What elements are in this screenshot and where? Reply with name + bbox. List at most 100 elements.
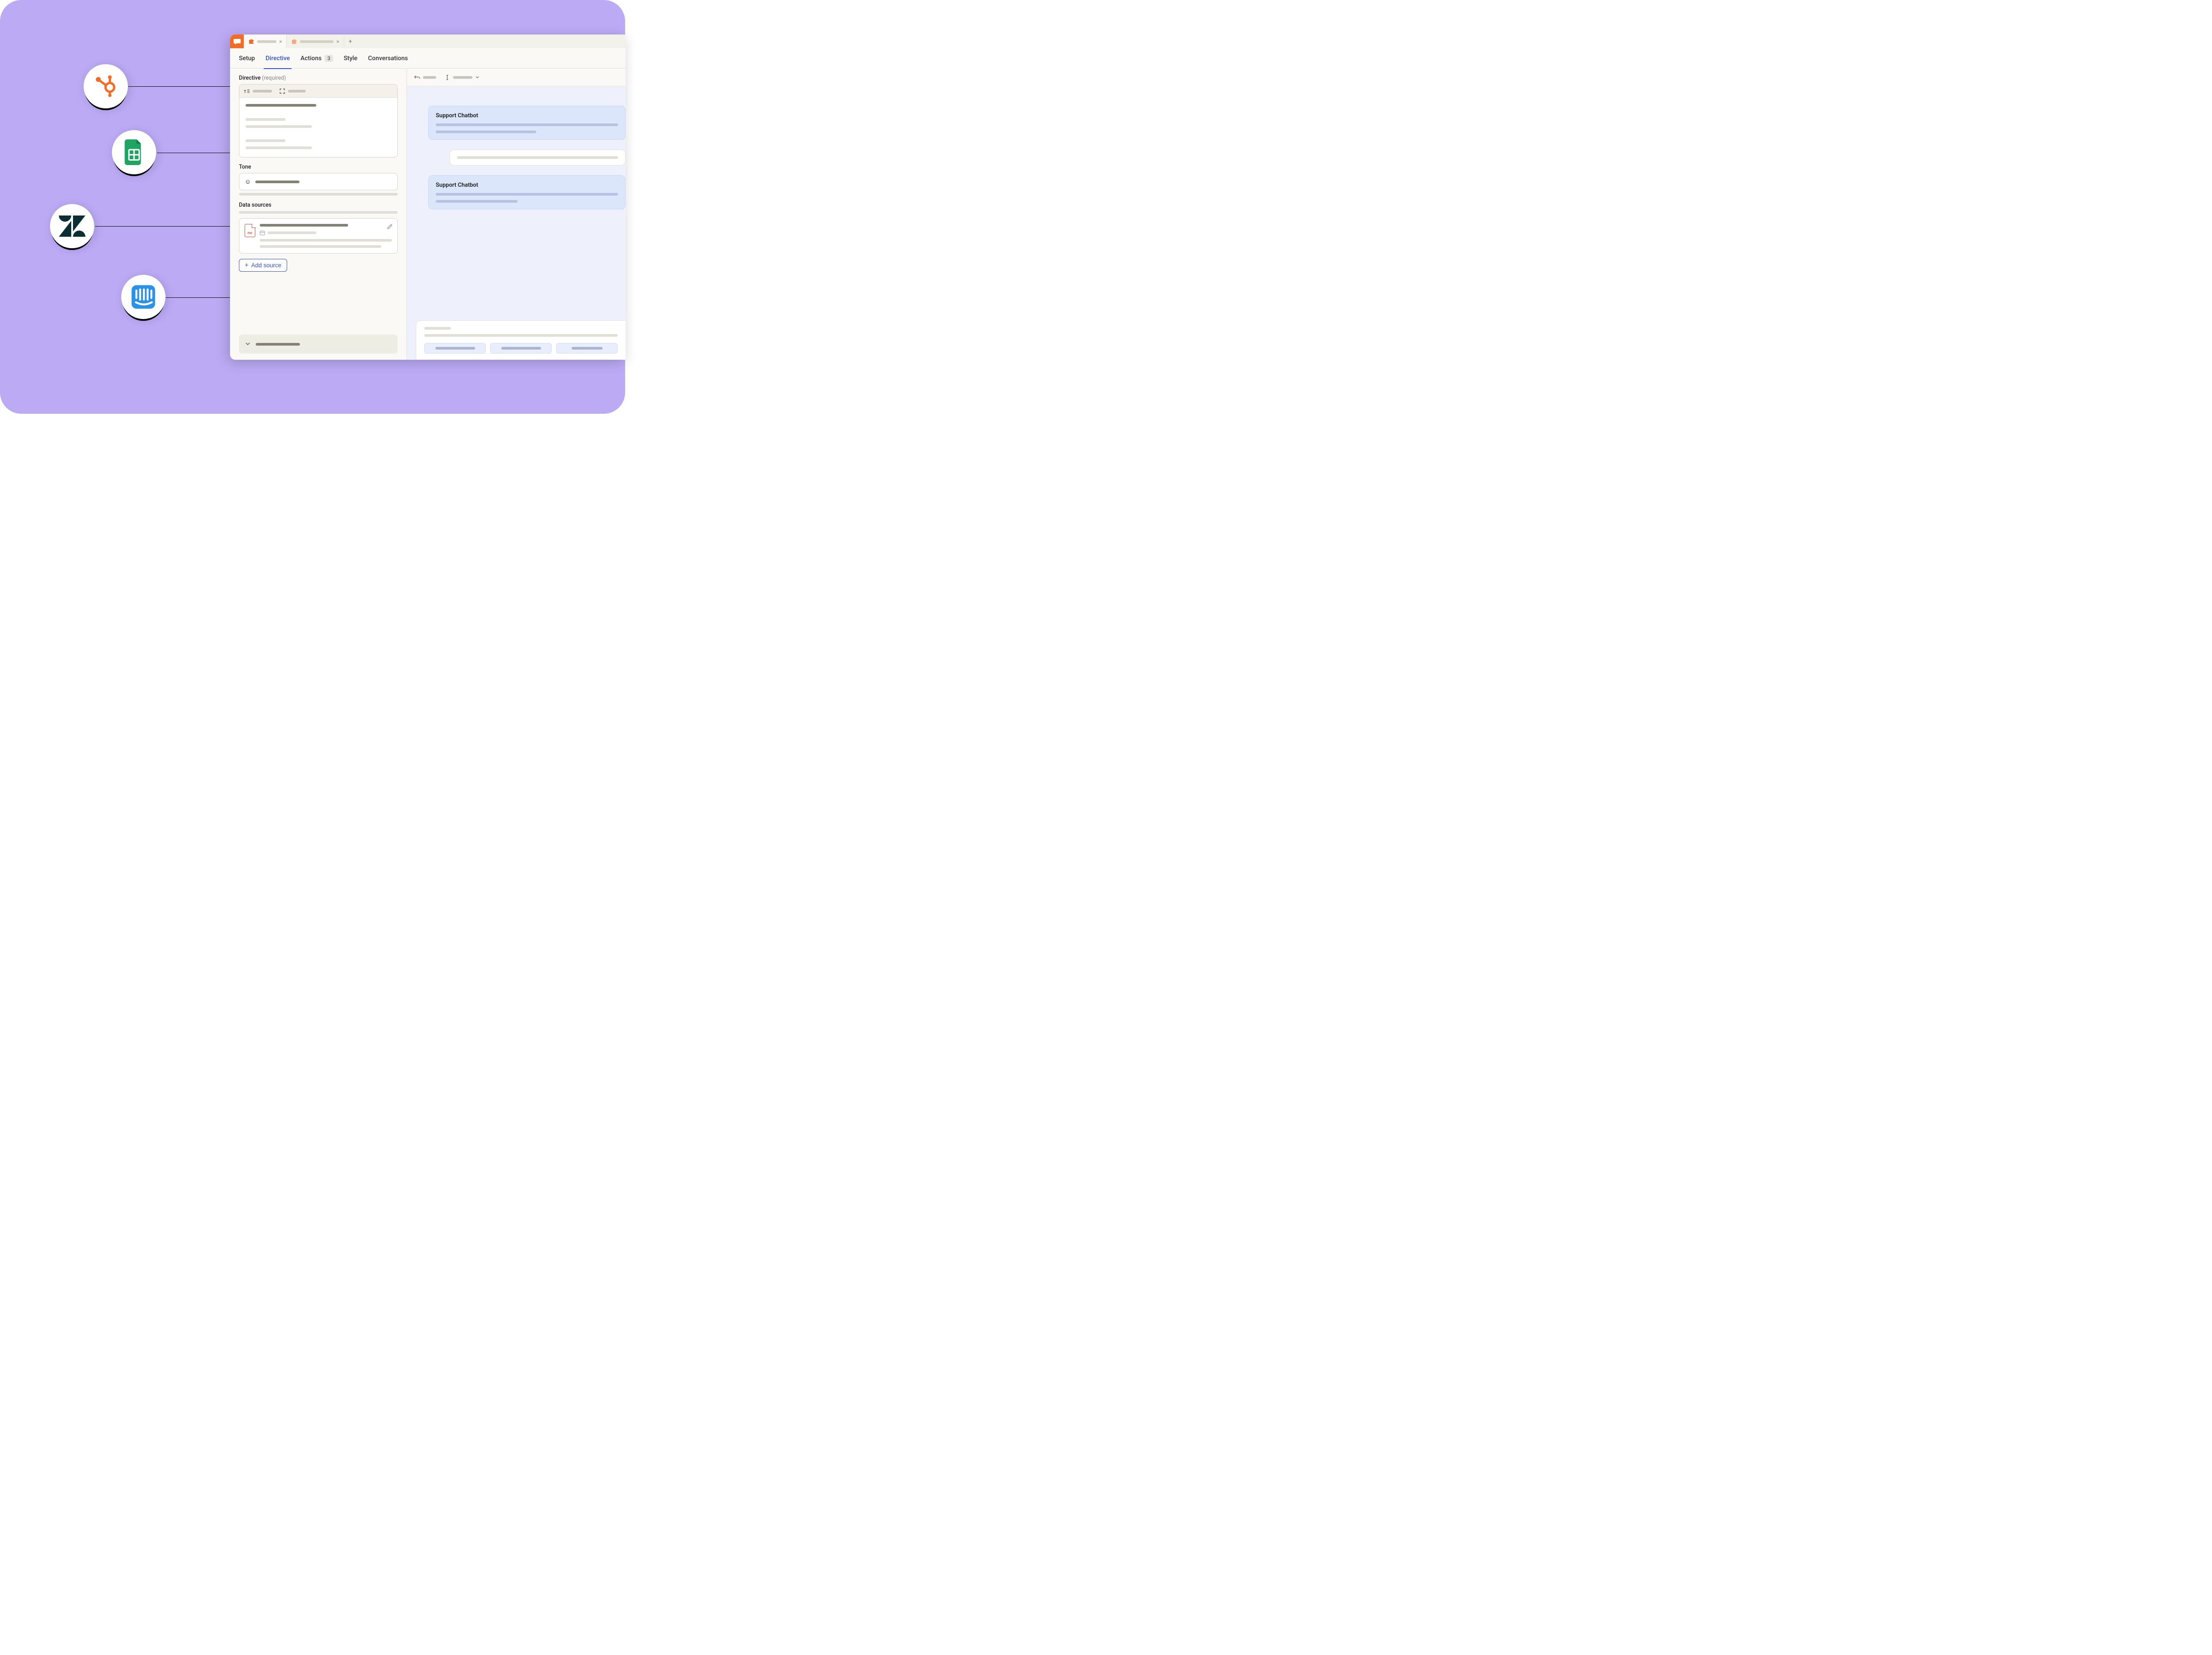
zendesk-icon	[59, 216, 85, 237]
bot-text-placeholder	[436, 193, 618, 196]
bot-text-placeholder	[436, 131, 536, 133]
connector-line	[128, 86, 231, 87]
suggestion-chip[interactable]	[556, 343, 618, 354]
plus-icon: +	[245, 262, 249, 269]
ds-date-placeholder	[268, 231, 316, 234]
edit-icon[interactable]	[387, 223, 393, 231]
control-placeholder	[453, 76, 472, 79]
tab-strip: × × +	[230, 35, 626, 48]
data-sources-section: Data sources PDF	[239, 202, 398, 272]
bot-text-placeholder	[436, 200, 518, 203]
navtab-actions-label: Actions	[300, 55, 322, 62]
control-placeholder	[423, 76, 436, 79]
suggestion-chip[interactable]	[424, 343, 486, 354]
data-source-body	[260, 224, 392, 248]
connector-line	[95, 226, 231, 227]
puzzle-icon	[248, 38, 254, 45]
text-placeholder	[246, 139, 285, 142]
window-tab-2[interactable]: ×	[287, 35, 344, 48]
data-source-item[interactable]: PDF	[239, 218, 398, 254]
preview-panel: Support Chatbot Support Chatbot	[407, 69, 626, 360]
config-panel: Directive (required) T	[230, 69, 407, 360]
chat-composer[interactable]	[416, 320, 626, 360]
text-control[interactable]	[444, 74, 480, 81]
suggestion-chip[interactable]	[490, 343, 552, 354]
directive-textarea[interactable]	[239, 98, 397, 157]
chat-preview: Support Chatbot Support Chatbot	[407, 86, 626, 360]
collapsed-label-placeholder	[256, 343, 300, 346]
user-message	[449, 150, 626, 166]
integration-hubspot	[84, 64, 128, 108]
svg-text:T: T	[244, 90, 246, 94]
ds-title-placeholder	[260, 224, 348, 227]
user-text-placeholder	[457, 156, 618, 159]
composer-label-placeholder	[424, 327, 451, 330]
navtab-actions[interactable]: Actions 3	[300, 48, 333, 69]
tone-hint-placeholder	[239, 193, 398, 196]
tone-label: Tone	[239, 164, 398, 170]
composer-text-placeholder	[424, 334, 618, 337]
nav-tabs: Setup Directive Actions 3 Style Conversa…	[230, 48, 626, 69]
text-placeholder	[246, 146, 312, 149]
tone-value-placeholder	[255, 181, 300, 183]
tone-input[interactable]: ☺	[239, 173, 398, 190]
add-source-label: Add source	[251, 262, 281, 269]
navtab-conversations[interactable]: Conversations	[368, 48, 408, 69]
text-placeholder	[246, 125, 312, 128]
chevron-down-icon	[475, 75, 480, 80]
bot-name: Support Chatbot	[436, 112, 618, 119]
directive-section: Directive (required) T	[239, 75, 398, 158]
tab-add-button[interactable]: +	[344, 38, 357, 45]
integration-google-sheets	[112, 130, 156, 174]
chat-logo-icon	[234, 39, 241, 44]
pdf-file-icon: PDF	[245, 224, 255, 237]
window-tab-1[interactable]: ×	[244, 35, 287, 48]
suggestion-chips	[424, 343, 618, 354]
collapsed-panel[interactable]	[239, 335, 398, 354]
directive-label-text: Directive	[239, 75, 261, 81]
bot-name: Support Chatbot	[436, 182, 618, 189]
navtab-style[interactable]: Style	[344, 48, 357, 69]
preview-toolbar	[407, 69, 626, 86]
puzzle-icon	[291, 38, 297, 45]
intercom-icon	[131, 284, 156, 310]
tab-close-icon[interactable]: ×	[336, 38, 339, 45]
text-placeholder	[246, 104, 316, 107]
directive-required-text: (required)	[262, 75, 286, 81]
directive-editor[interactable]: T	[239, 84, 398, 158]
text-placeholder	[246, 118, 285, 121]
ds-desc-placeholder	[260, 239, 392, 242]
hubspot-icon	[93, 74, 118, 99]
illustration-canvas: × × + Setup Directive Actions 3 Style Co…	[0, 0, 625, 414]
app-logo[interactable]	[230, 35, 244, 48]
navtab-directive[interactable]: Directive	[265, 48, 290, 69]
bot-message: Support Chatbot	[428, 175, 626, 209]
directive-toolbar: T	[239, 85, 397, 98]
ds-desc-placeholder	[260, 245, 381, 248]
bot-message: Support Chatbot	[428, 106, 626, 140]
text-format-icon[interactable]: T	[244, 88, 250, 94]
connector-line	[166, 297, 231, 298]
tone-section: Tone ☺	[239, 164, 398, 196]
directive-label: Directive (required)	[239, 75, 398, 81]
expand-icon[interactable]	[279, 88, 285, 94]
toolbar-placeholder	[253, 90, 272, 92]
chevron-down-icon	[245, 340, 250, 348]
undo-icon	[414, 74, 420, 81]
add-source-button[interactable]: + Add source	[239, 259, 287, 272]
tab-close-icon[interactable]: ×	[279, 38, 282, 45]
text-cursor-icon	[444, 74, 450, 81]
smiley-icon: ☺	[245, 178, 251, 185]
app-window: × × + Setup Directive Actions 3 Style Co…	[230, 35, 626, 360]
actions-count-badge: 3	[325, 55, 333, 62]
main-split: Directive (required) T	[230, 69, 626, 360]
tab-label-placeholder	[300, 40, 334, 43]
sheets-icon	[123, 139, 145, 165]
integration-zendesk	[50, 204, 94, 248]
data-sources-hint-placeholder	[239, 211, 398, 214]
calendar-icon	[260, 230, 265, 235]
tab-label-placeholder	[257, 40, 276, 43]
toolbar-placeholder	[288, 90, 306, 92]
undo-control[interactable]	[414, 74, 436, 81]
navtab-setup[interactable]: Setup	[239, 48, 255, 69]
